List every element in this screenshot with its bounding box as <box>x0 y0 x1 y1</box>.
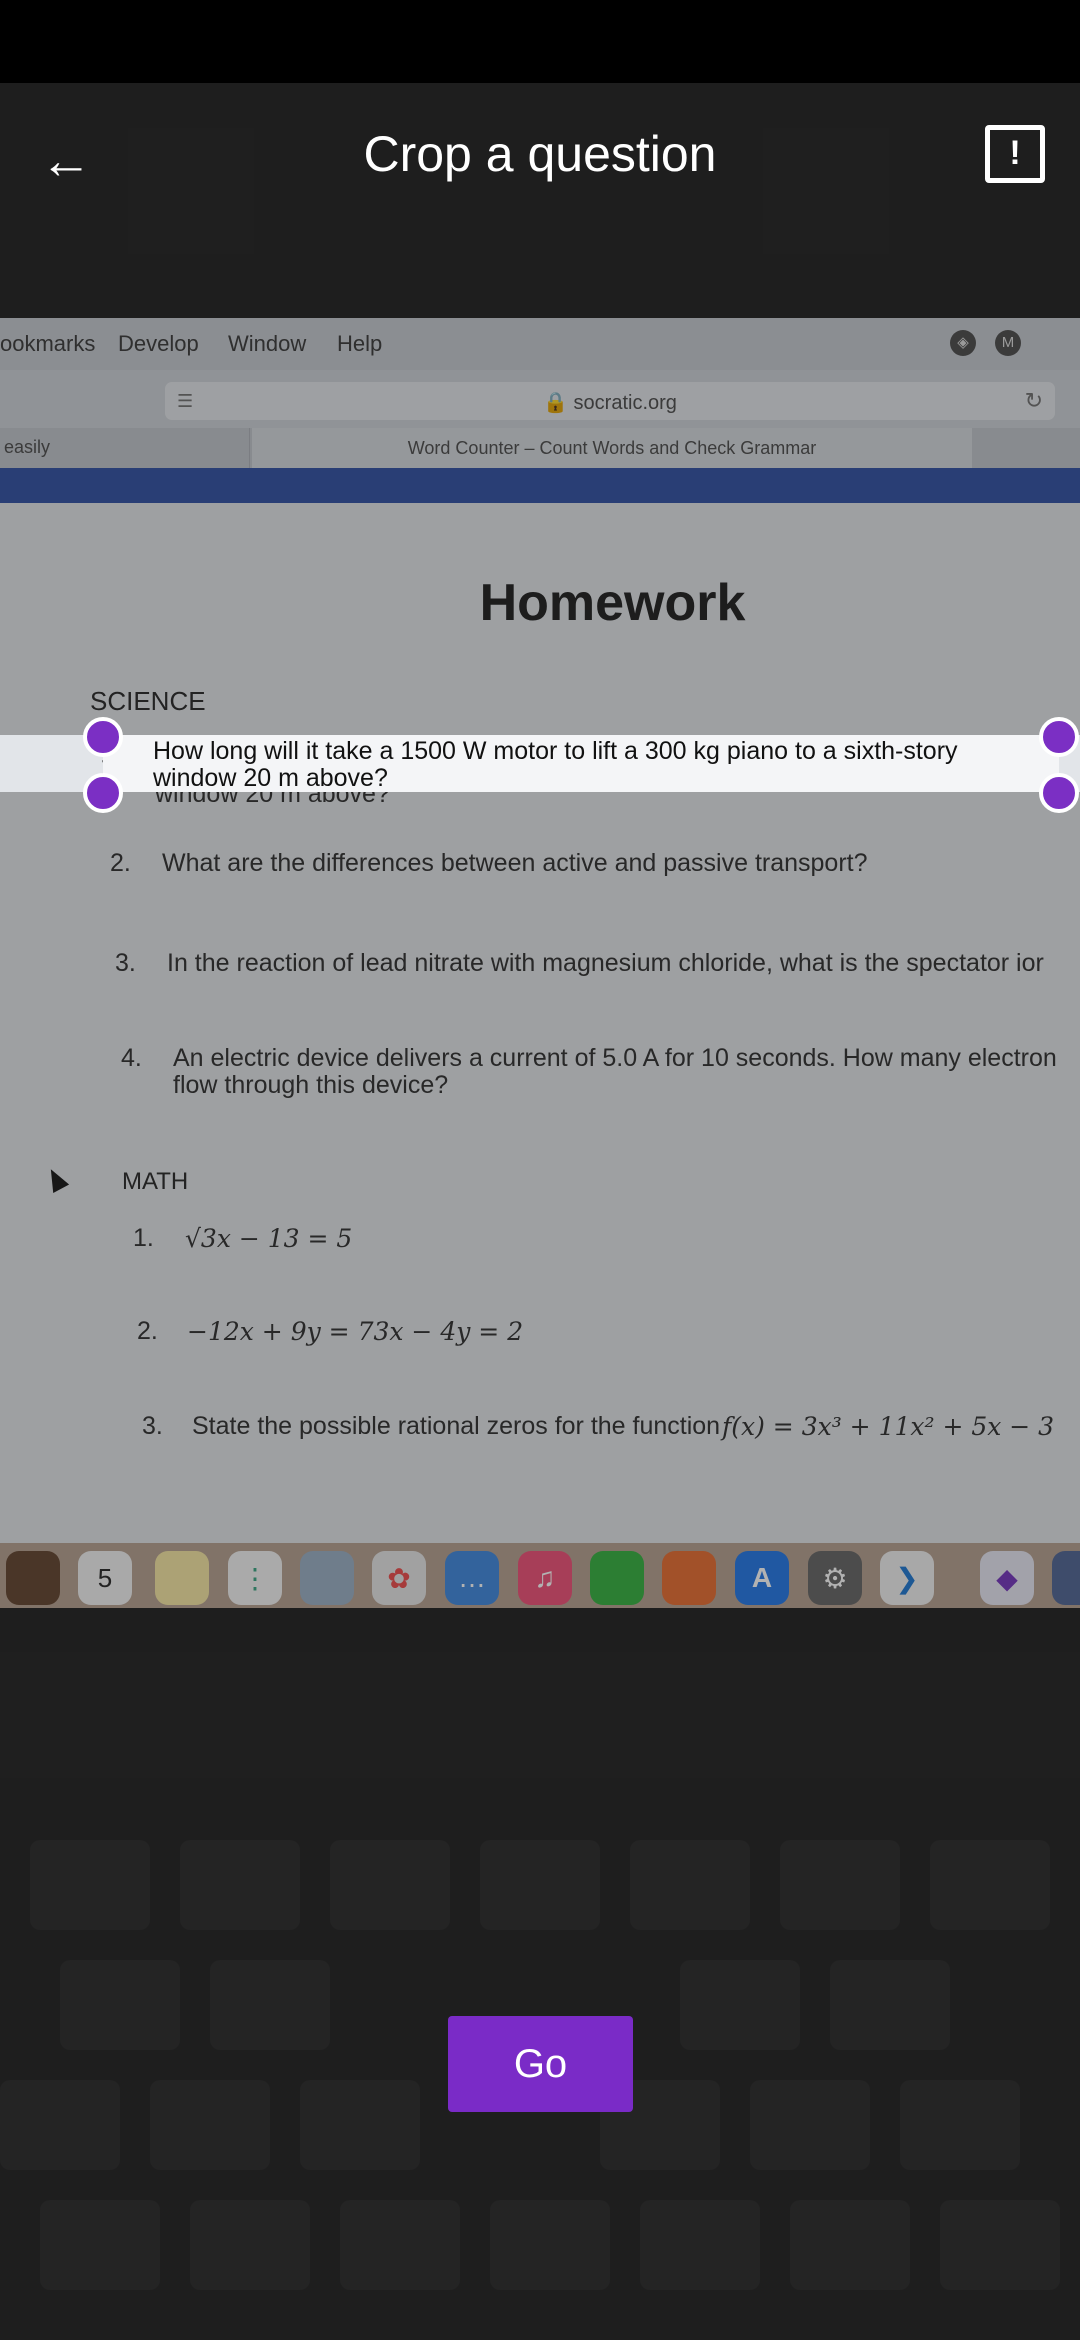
keyboard-key <box>780 1840 900 1930</box>
keyboard-key <box>490 2200 610 2290</box>
keyboard-key <box>0 2080 120 2170</box>
crop-selection[interactable]: How long will it take a 1500 W motor to … <box>103 735 1059 792</box>
keyboard-key <box>640 2200 760 2290</box>
keyboard-key <box>900 2080 1020 2170</box>
keyboard-key <box>60 1960 180 2050</box>
keyboard-key <box>940 2200 1060 2290</box>
keyboard-key <box>680 1960 800 2050</box>
crop-question-text: How long will it take a 1500 W motor to … <box>153 737 958 765</box>
report-button[interactable]: ! <box>985 125 1045 183</box>
keyboard-key <box>750 2080 870 2170</box>
keyboard-key <box>210 1960 330 2050</box>
app-header: ← Crop a question ! <box>0 83 1080 233</box>
keyboard-key <box>830 1960 950 2050</box>
laptop-keyboard <box>0 1630 1080 2340</box>
status-bar <box>0 0 1080 83</box>
keyboard-key <box>190 2200 310 2290</box>
keyboard-key <box>480 1840 600 1930</box>
keyboard-key <box>630 1840 750 1930</box>
report-feedback-icon: ! <box>1009 134 1021 172</box>
crop-handle-top-left[interactable] <box>83 717 123 757</box>
go-button[interactable]: Go <box>448 2016 633 2112</box>
crop-handle-bottom-left[interactable] <box>83 773 123 813</box>
keyboard-key <box>40 2200 160 2290</box>
keyboard-key <box>930 1840 1050 1930</box>
crop-handle-bottom-right[interactable] <box>1039 773 1079 813</box>
keyboard-key <box>340 2200 460 2290</box>
keyboard-key <box>180 1840 300 1930</box>
keyboard-key <box>790 2200 910 2290</box>
page-title: Crop a question <box>363 126 717 182</box>
crop-question-text-line2: window 20 m above? <box>153 764 388 792</box>
keyboard-key <box>30 1840 150 1930</box>
crop-handle-top-right[interactable] <box>1039 717 1079 757</box>
keyboard-key <box>300 2080 420 2170</box>
keyboard-key <box>330 1840 450 1930</box>
keyboard-key <box>150 2080 270 2170</box>
